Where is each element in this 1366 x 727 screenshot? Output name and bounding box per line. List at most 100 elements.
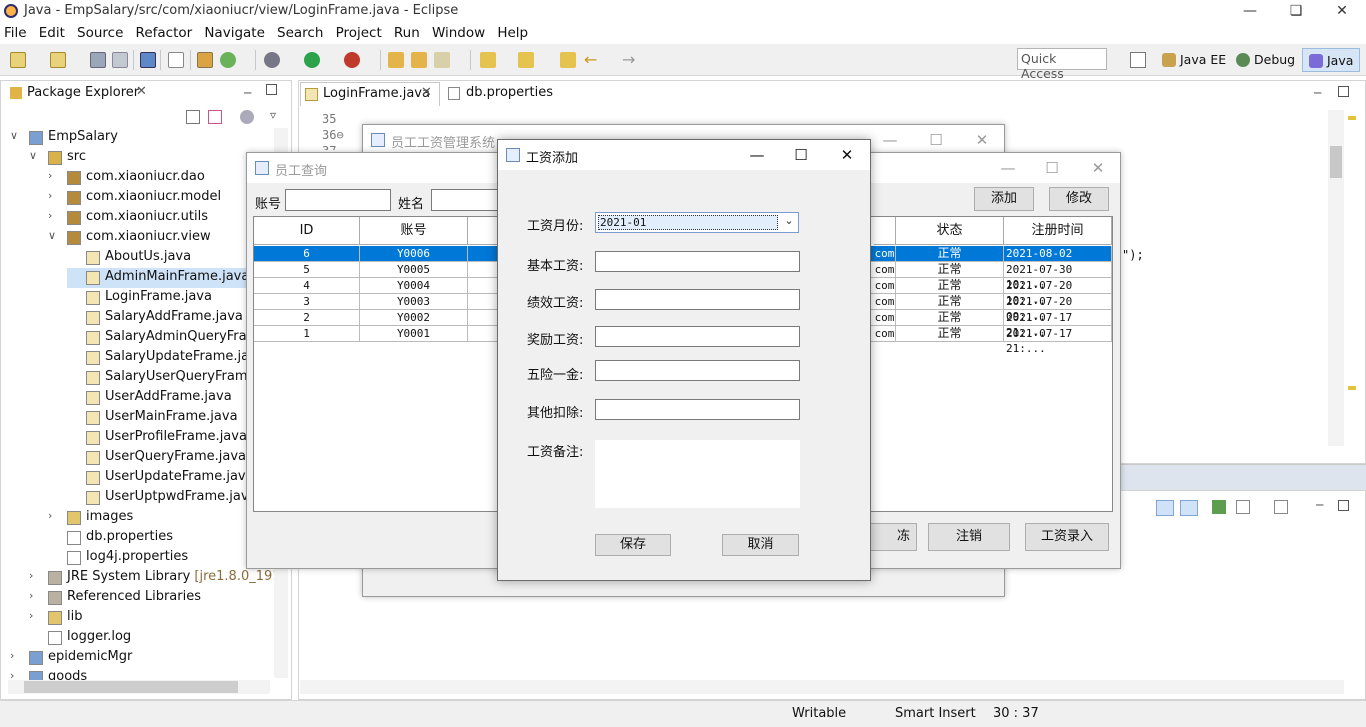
base-salary-input[interactable] — [595, 251, 800, 272]
chevron-down-icon[interactable]: ⌄ — [780, 214, 798, 231]
close-icon[interactable]: ✕ — [1083, 157, 1113, 179]
deduction-input[interactable] — [595, 399, 800, 420]
tree-item[interactable]: ∨ EmpSalary — [10, 128, 272, 148]
scrollbar-thumb[interactable] — [1330, 146, 1342, 178]
open-folder-icon[interactable] — [411, 52, 427, 68]
tree-item[interactable]: LoginFrame.java — [67, 288, 272, 308]
quick-access-input[interactable]: Quick Access — [1017, 48, 1107, 81]
menu-edit[interactable]: Edit — [35, 22, 69, 41]
tree-item[interactable]: › com.xiaoniucr.dao — [48, 168, 272, 188]
close-icon[interactable]: ✕ — [832, 144, 862, 166]
tree-item[interactable]: › lib — [29, 608, 272, 628]
tree-item[interactable]: SalaryUpdateFrame.java — [67, 348, 272, 368]
close-tab-icon[interactable]: ✕ — [421, 85, 432, 100]
maximize-console-icon[interactable] — [1338, 500, 1349, 511]
perspective-java-ee[interactable]: Java EE — [1156, 48, 1232, 72]
new-console-icon[interactable] — [1236, 500, 1250, 514]
menu-run[interactable]: Run — [390, 22, 424, 41]
column-header-status[interactable]: 状态 — [896, 217, 1004, 245]
maximize-editor-icon[interactable] — [1338, 86, 1349, 97]
tree-item[interactable]: SalaryAddFrame.java — [67, 308, 272, 328]
menu-refactor[interactable]: Refactor — [132, 22, 197, 41]
chevron-right-icon[interactable]: › — [48, 169, 60, 182]
column-header-email[interactable] — [874, 217, 896, 245]
minimize-editor-icon[interactable]: ─ — [1314, 86, 1321, 100]
tree-item[interactable]: SalaryAdminQueryFrame — [67, 328, 272, 348]
add-button[interactable]: 添加 — [974, 187, 1034, 211]
tree-item[interactable]: logger.log — [29, 628, 272, 648]
tree-item[interactable]: UserProfileFrame.java — [67, 428, 272, 448]
back-arrow-icon[interactable]: ← — [584, 52, 600, 68]
menu-search[interactable]: Search — [273, 22, 327, 41]
external-tools-icon[interactable] — [344, 52, 360, 68]
build-icon[interactable] — [197, 52, 213, 68]
last-edit-icon[interactable] — [560, 52, 576, 68]
close-tab-icon[interactable]: ✕ — [136, 84, 147, 99]
tree-item[interactable]: SalaryUserQueryFrame.j — [67, 368, 272, 388]
bonus-salary-input[interactable] — [595, 326, 800, 347]
tree-item[interactable]: › com.xiaoniucr.model — [48, 188, 272, 208]
tree-item[interactable]: db.properties — [48, 528, 272, 548]
tree-item[interactable]: › images — [48, 508, 272, 528]
maximize-view-icon[interactable] — [266, 84, 277, 95]
new-icon[interactable] — [10, 52, 26, 68]
column-header-register-time[interactable]: 注册时间 — [1004, 217, 1112, 245]
open-perspective-icon[interactable] — [1130, 52, 1146, 68]
chevron-right-icon[interactable]: › — [29, 589, 41, 602]
tab-loginframe[interactable]: LoginFrame.java ✕ — [300, 82, 440, 106]
insurance-input[interactable] — [595, 360, 800, 381]
tab-db-properties[interactable]: db.properties — [444, 82, 564, 106]
next-annotation-icon[interactable] — [480, 52, 496, 68]
save-all-icon[interactable] — [112, 52, 128, 68]
tree-item[interactable]: UserUptpwdFrame.java — [67, 488, 272, 508]
tree-item[interactable]: › com.xiaoniucr.utils — [48, 208, 272, 228]
logout-button[interactable]: 注销 — [928, 523, 1010, 551]
chevron-down-icon[interactable]: ∨ — [10, 129, 22, 142]
warning-marker[interactable] — [1348, 386, 1356, 390]
maximize-icon[interactable]: ☐ — [921, 129, 951, 151]
search-icon[interactable] — [434, 52, 450, 68]
skip-breakpoints-icon[interactable] — [168, 52, 184, 68]
month-select[interactable]: 2021-01 ⌄ — [595, 212, 799, 233]
minimize-icon[interactable]: — — [875, 129, 905, 151]
tree-item[interactable]: UserQueryFrame.java — [67, 448, 272, 468]
focus-icon[interactable] — [240, 110, 254, 124]
minimize-console-icon[interactable]: ─ — [1316, 498, 1323, 512]
chevron-right-icon[interactable]: › — [29, 569, 41, 582]
close-icon[interactable]: ✕ — [1319, 0, 1365, 22]
tree-item[interactable]: UserAddFrame.java — [67, 388, 272, 408]
warning-marker[interactable] — [1348, 116, 1356, 120]
tree-item[interactable]: UserMainFrame.java — [67, 408, 272, 428]
menu-project[interactable]: Project — [332, 22, 386, 41]
run-icon[interactable] — [304, 52, 320, 68]
save-button[interactable]: 保存 — [595, 534, 671, 556]
remark-textarea[interactable] — [595, 440, 800, 508]
salary-entry-button[interactable]: 工资录入 — [1025, 523, 1109, 551]
forward-arrow-icon[interactable]: → — [622, 52, 638, 68]
minimize-icon[interactable]: — — [1227, 0, 1273, 22]
perspective-java[interactable]: Java — [1302, 48, 1361, 72]
column-header-id[interactable]: ID — [254, 217, 360, 245]
restore-icon[interactable]: ❏ — [1273, 0, 1319, 22]
menu-source[interactable]: Source — [73, 22, 127, 41]
tree-item[interactable]: › Referenced Libraries — [29, 588, 272, 608]
close-icon[interactable]: ✕ — [967, 129, 997, 151]
open-type-icon[interactable] — [388, 52, 404, 68]
menu-window[interactable]: Window — [428, 22, 489, 41]
tree-item[interactable]: AdminMainFrame.java — [67, 268, 272, 288]
open-file-console-icon[interactable] — [1274, 500, 1288, 514]
menu-help[interactable]: Help — [493, 22, 532, 41]
chevron-down-icon[interactable]: ∨ — [48, 229, 60, 242]
console-horizontal-scrollbar[interactable] — [300, 680, 1344, 694]
tree-item[interactable]: log4j.properties — [48, 548, 272, 568]
collapse-all-icon[interactable] — [186, 110, 200, 124]
cancel-button[interactable]: 取消 — [722, 534, 799, 556]
minimize-icon[interactable]: — — [742, 144, 772, 166]
chevron-right-icon[interactable]: › — [48, 509, 60, 522]
chevron-down-icon[interactable]: ∨ — [29, 149, 41, 162]
prev-annotation-icon[interactable] — [518, 52, 534, 68]
link-with-editor-icon[interactable] — [208, 110, 222, 124]
tree-item[interactable]: UserUpdateFrame.java — [67, 468, 272, 488]
debug-icon[interactable] — [264, 52, 280, 68]
view-menu-icon[interactable]: ▿ — [270, 108, 276, 122]
